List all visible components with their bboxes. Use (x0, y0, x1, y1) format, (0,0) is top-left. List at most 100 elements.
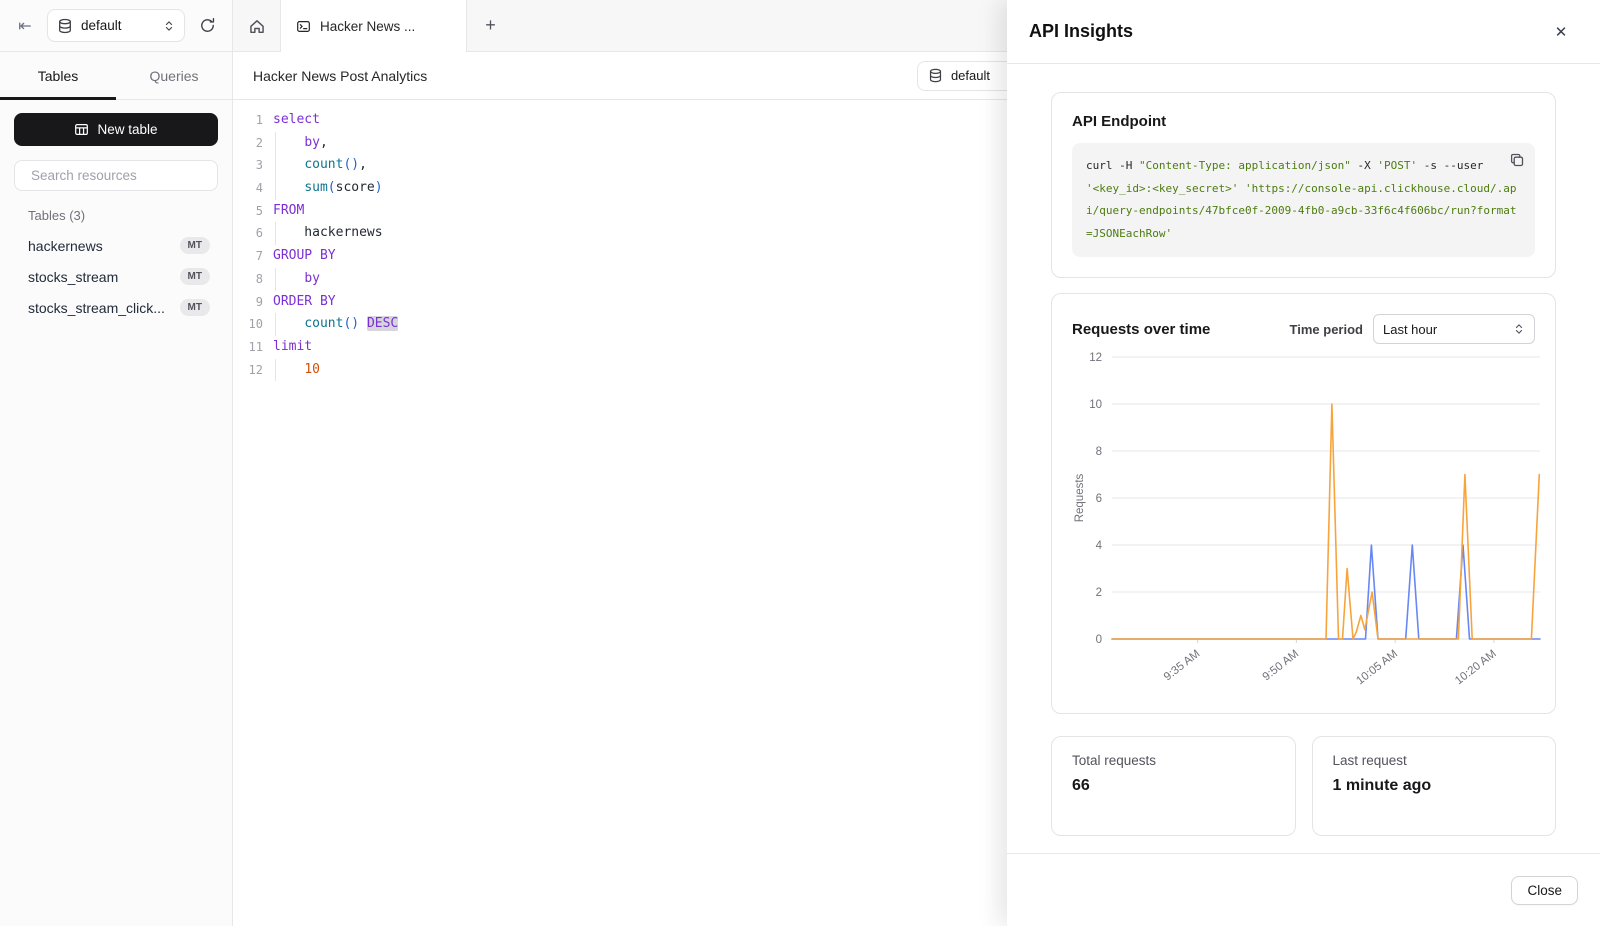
time-period-select[interactable]: Last hour (1373, 314, 1535, 344)
refresh-icon (199, 17, 216, 34)
svg-text:10: 10 (1089, 399, 1102, 411)
tab-queries-label: Queries (149, 68, 198, 84)
line-number: 1 (233, 109, 263, 132)
svg-text:9:35 AM: 9:35 AM (1162, 648, 1203, 683)
code-line: 2 by, (233, 132, 1007, 155)
line-number: 3 (233, 154, 263, 177)
stats-row: Total requests 66 Last request 1 minute … (1051, 736, 1556, 836)
tab-tables[interactable]: Tables (0, 52, 116, 99)
code-line: 6 hackernews (233, 222, 1007, 245)
tab-tables-label: Tables (38, 68, 78, 84)
table-engine-badge: MT (180, 299, 210, 316)
search-box (14, 160, 218, 191)
total-requests-value: 66 (1072, 777, 1275, 795)
line-number: 2 (233, 132, 263, 155)
code-line: 3 count(), (233, 154, 1007, 177)
table-name: stocks_stream_click... (28, 300, 180, 316)
line-number: 8 (233, 268, 263, 291)
tables-section-label: Tables (3) (28, 208, 218, 223)
code-line: 10 count() DESC (233, 313, 1007, 336)
table-list-item[interactable]: hackernewsMT (14, 230, 218, 261)
curl-command-code: curl -H "Content-Type: application/json"… (1072, 143, 1535, 257)
sidebar-topbar: ⇤ default (0, 0, 232, 52)
copy-icon (1509, 152, 1525, 168)
last-request-card: Last request 1 minute ago (1312, 736, 1557, 836)
code-line: 7GROUP BY (233, 245, 1007, 268)
database-icon (928, 68, 943, 83)
new-table-label: New table (97, 122, 157, 137)
home-button[interactable] (233, 0, 280, 51)
query-title: Hacker News Post Analytics (253, 68, 917, 84)
code-line: 9ORDER BY (233, 291, 1007, 314)
database-icon (57, 18, 73, 34)
new-tab-button[interactable]: + (467, 0, 514, 51)
tab-queries[interactable]: Queries (116, 52, 232, 99)
svg-text:10:20 AM: 10:20 AM (1453, 648, 1499, 687)
svg-text:4: 4 (1096, 540, 1103, 552)
table-name: hackernews (28, 238, 180, 254)
api-endpoint-card: API Endpoint curl -H "Content-Type: appl… (1051, 92, 1556, 278)
code-line: 1select (233, 109, 1007, 132)
line-number: 6 (233, 222, 263, 245)
query-header: Hacker News Post Analytics default (233, 52, 1007, 100)
database-selector[interactable]: default (47, 9, 185, 42)
time-period-label: Time period (1290, 322, 1363, 337)
line-number: 7 (233, 245, 263, 268)
sidebar: ⇤ default Tables (0, 0, 233, 926)
editor-database-chip-label: default (951, 68, 990, 83)
last-request-value: 1 minute ago (1333, 777, 1536, 795)
collapse-sidebar-button[interactable]: ⇤ (12, 13, 38, 39)
chevron-up-down-icon (1513, 323, 1525, 335)
copy-button[interactable] (1509, 152, 1525, 171)
svg-text:12: 12 (1089, 352, 1102, 364)
sidebar-tabs: Tables Queries (0, 52, 232, 100)
close-icon: ✕ (1555, 24, 1568, 41)
requests-over-time-card: Requests over time Time period Last hour… (1051, 293, 1556, 714)
svg-text:8: 8 (1096, 446, 1102, 458)
search-input[interactable] (31, 168, 208, 183)
terminal-icon (296, 19, 311, 34)
panel-close-button[interactable]: ✕ (1548, 19, 1574, 45)
code-line: 12 10 (233, 359, 1007, 382)
last-request-label: Last request (1333, 753, 1536, 768)
svg-text:10:05 AM: 10:05 AM (1354, 648, 1400, 687)
time-period-value: Last hour (1383, 322, 1507, 337)
table-engine-badge: MT (180, 237, 210, 254)
svg-text:Requests: Requests (1074, 473, 1086, 522)
app-root: ⇤ default Tables (0, 0, 1600, 926)
table-engine-badge: MT (180, 268, 210, 285)
line-number: 5 (233, 200, 263, 223)
requests-card-title: Requests over time (1072, 321, 1290, 338)
svg-text:2: 2 (1096, 587, 1102, 599)
table-list-item[interactable]: stocks_streamMT (14, 261, 218, 292)
api-insights-panel: API Insights ✕ API Endpoint curl -H "Con… (1007, 0, 1600, 926)
sidebar-body: New table Tables (3) hackernewsMTstocks_… (0, 100, 232, 336)
chevron-up-down-icon (163, 20, 175, 32)
table-list-item[interactable]: stocks_stream_click...MT (14, 292, 218, 323)
line-number: 9 (233, 291, 263, 314)
home-icon (248, 17, 266, 35)
new-table-button[interactable]: New table (14, 113, 218, 146)
code-line: 8 by (233, 268, 1007, 291)
line-number: 10 (233, 313, 263, 336)
editor-database-chip[interactable]: default (917, 61, 1007, 91)
table-list: hackernewsMTstocks_streamMTstocks_stream… (14, 230, 218, 323)
requests-line-chart[interactable]: 0 2 4 6 8 10 12 Requests 9:35 AM 9:50 AM 10:05 AM 1… (1072, 344, 1570, 702)
plus-icon: + (485, 15, 496, 36)
svg-text:6: 6 (1096, 493, 1102, 505)
svg-text:9:50 AM: 9:50 AM (1261, 648, 1302, 683)
tab-hacker-news[interactable]: Hacker News ... (280, 0, 467, 52)
panel-title: API Insights (1029, 21, 1133, 42)
api-endpoint-title: API Endpoint (1072, 113, 1535, 130)
code-line: 5FROM (233, 200, 1007, 223)
tab-label: Hacker News ... (320, 19, 415, 34)
refresh-button[interactable] (194, 13, 220, 39)
sql-editor[interactable]: 1select2 by,3 count(),4 sum(score)5FROM6… (233, 100, 1007, 926)
line-number: 11 (233, 336, 263, 359)
svg-text:0: 0 (1096, 634, 1102, 646)
table-grid-icon (74, 122, 89, 137)
panel-content: API Endpoint curl -H "Content-Type: appl… (1007, 64, 1600, 853)
tab-bar: Hacker News ... + (233, 0, 1007, 52)
database-selector-value: default (81, 18, 155, 33)
close-button[interactable]: Close (1511, 876, 1578, 905)
